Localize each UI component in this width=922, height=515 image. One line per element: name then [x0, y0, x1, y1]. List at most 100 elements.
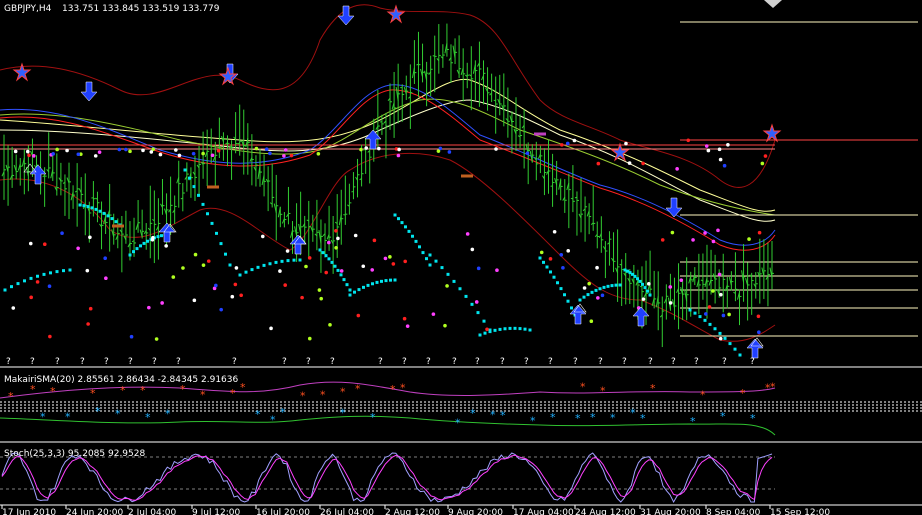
psar-dot — [733, 347, 737, 351]
signal-dot — [13, 149, 18, 154]
signal-dot — [55, 147, 59, 152]
psar-dot — [648, 293, 652, 297]
price-bar — [420, 43, 425, 83]
price-bar — [70, 185, 76, 209]
psar-dot — [728, 342, 732, 346]
price-bar — [241, 109, 246, 175]
price-bar — [765, 242, 770, 307]
psar-dot — [570, 306, 573, 310]
psar-dot — [256, 265, 260, 269]
psar-dot — [404, 225, 407, 229]
signal-dot — [147, 305, 151, 310]
time-label: 2 Aug 12:00 — [385, 508, 440, 515]
symbol-label: GBPJPY,H4 — [4, 4, 52, 14]
psar-dot — [353, 290, 356, 294]
buy-arrow-icon — [364, 129, 382, 150]
signal-dot — [160, 301, 164, 305]
signal-dot — [76, 152, 81, 157]
signal-dot — [436, 149, 441, 153]
price-bar — [351, 172, 356, 200]
makairi-down-marker: * — [165, 408, 171, 421]
price-bar — [91, 181, 96, 217]
makairi-label: MakairiSMA(20) 2.85561 2.86434 -2.84345 … — [4, 375, 238, 385]
signal-dot — [268, 151, 272, 156]
psar-dot — [389, 278, 392, 282]
signal-dot — [171, 275, 176, 279]
signal-dot — [763, 154, 768, 158]
makairi-down-marker: * — [340, 406, 346, 419]
fractal-label: ? — [722, 357, 727, 367]
price-bar — [383, 112, 388, 159]
signal-dot — [624, 141, 628, 146]
psar-dot — [324, 254, 328, 258]
psar-dot — [348, 293, 352, 297]
makairi-down-marker: * — [690, 415, 696, 428]
ma-yellow-2 — [0, 99, 776, 222]
signal-dot — [117, 147, 122, 152]
psar-dot — [713, 327, 717, 331]
fractal-star-icon — [218, 66, 238, 86]
makairi-down-marker: * — [530, 415, 536, 428]
signal-dot — [285, 249, 290, 253]
price-bar — [428, 55, 433, 97]
signal-dot — [391, 262, 396, 266]
signal-dot — [300, 295, 304, 300]
signal-dot — [25, 149, 30, 154]
signal-dot — [548, 257, 553, 261]
psar-dot — [400, 221, 404, 225]
signal-dot — [641, 161, 645, 166]
signal-dot — [181, 266, 185, 270]
psar-dot — [414, 239, 418, 243]
signal-dot — [260, 234, 265, 239]
signal-dot — [31, 154, 36, 158]
psar-dot — [215, 231, 218, 235]
makairi-pane[interactable]: * * * * * * * * * * * * * * * * * * * * * * * * * * * * * * * * * * * * * * * *… — [0, 375, 922, 436]
psar-dot — [36, 274, 39, 278]
psar-dot — [478, 333, 482, 337]
psar-dot — [464, 294, 468, 298]
price-bar — [172, 195, 177, 224]
psar-dot — [508, 326, 512, 330]
psar-dot — [446, 272, 450, 276]
signal-dot — [278, 269, 282, 273]
signal-dot — [495, 268, 499, 272]
psar-dot — [114, 220, 118, 224]
chart-shift-icon[interactable] — [764, 0, 782, 8]
signal-dot — [757, 330, 761, 335]
price-bar — [160, 178, 165, 215]
price-bar — [135, 200, 141, 233]
price-bar — [700, 253, 705, 300]
psar-dot — [336, 268, 340, 272]
price-bar — [769, 241, 774, 290]
makairi-down-marker: * — [95, 405, 101, 418]
psar-dot — [578, 298, 582, 302]
signal-dot — [703, 231, 707, 235]
signal-dot — [317, 288, 322, 292]
signal-dot — [589, 319, 594, 324]
price-bar — [261, 154, 267, 197]
signal-dot — [646, 282, 651, 286]
price-bar — [448, 44, 453, 83]
signal-dot — [704, 144, 709, 148]
signal-dot — [233, 282, 238, 287]
makairi-up-marker: * — [600, 385, 606, 398]
signal-dot — [128, 149, 132, 154]
signal-dot — [97, 150, 102, 154]
psar-dot — [86, 205, 90, 209]
psar-dot — [428, 253, 432, 257]
signal-dot — [283, 148, 288, 152]
price-bar — [607, 231, 612, 266]
price-pane[interactable]: GBPJPY,H4 133.751 133.845 133.519 133.77… — [0, 0, 918, 359]
fractal-label: ? — [232, 357, 237, 367]
price-bar — [229, 140, 234, 180]
psar-dot — [330, 260, 334, 264]
signal-dot — [35, 280, 40, 284]
psar-dot — [425, 257, 428, 261]
makairi-up-marker: * — [390, 383, 396, 396]
psar-dot — [434, 259, 438, 263]
buy-arrow-icon — [632, 306, 650, 327]
price-bar — [724, 277, 730, 309]
psar-dot — [160, 234, 163, 238]
stoch-pane[interactable]: Stoch(25,3,3) 95.2085 92.9528 — [0, 449, 775, 504]
price-bar — [400, 84, 405, 122]
